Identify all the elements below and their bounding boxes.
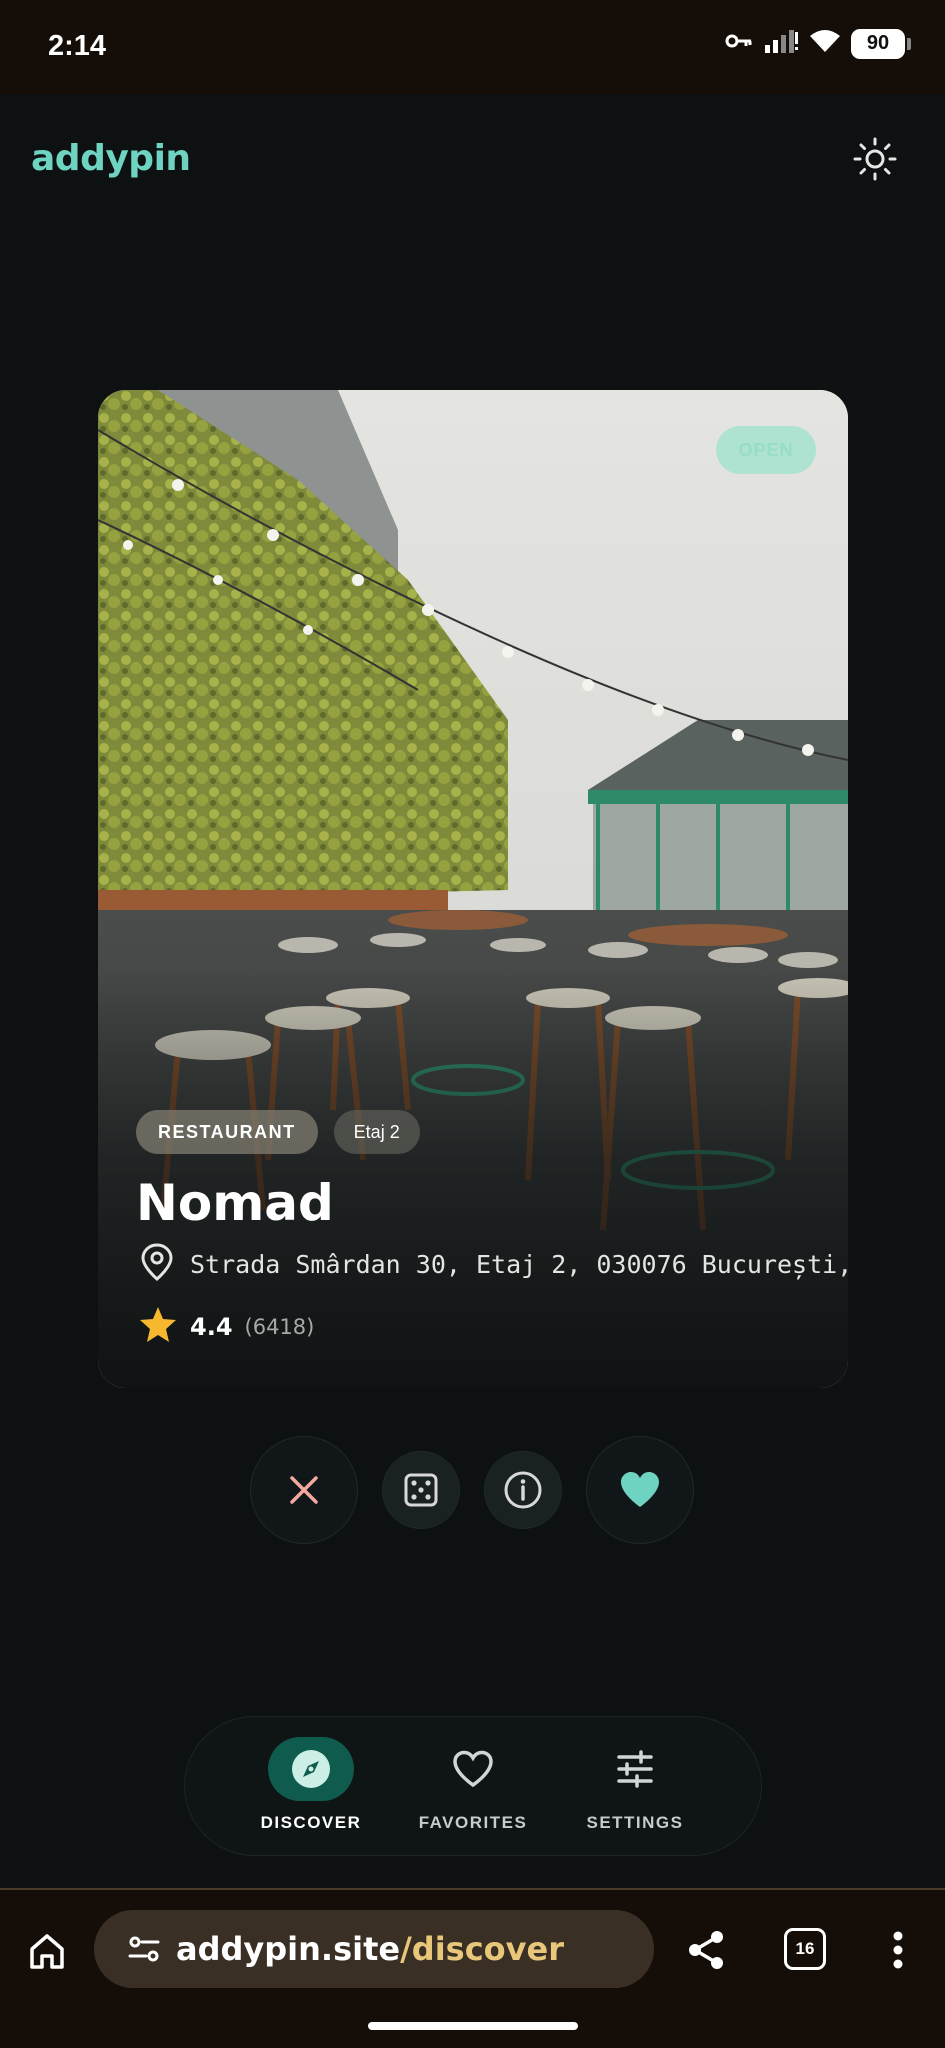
share-icon — [689, 1931, 723, 1969]
status-time: 2:14 — [48, 30, 107, 62]
place-name: Nomad — [136, 1174, 334, 1232]
card-actions — [0, 1436, 945, 1546]
wifi-icon — [809, 28, 841, 59]
browser-toolbar: addypin.site/discover 16 — [0, 1888, 945, 2048]
info-button[interactable] — [484, 1451, 562, 1529]
place-address: Strada Smârdan 30, Etaj 2, 030076 Bucure… — [190, 1250, 848, 1279]
star-icon — [138, 1304, 178, 1349]
overflow-menu-button[interactable] — [880, 1924, 916, 1976]
dice-icon — [404, 1473, 438, 1507]
random-button[interactable] — [382, 1451, 460, 1529]
category-tag: RESTAURANT — [136, 1110, 318, 1154]
bottom-nav: DISCOVER FAVORITES SETTINGS — [184, 1716, 762, 1856]
address-bar[interactable]: addypin.site/discover — [94, 1910, 654, 1988]
nav-active-indicator — [268, 1737, 354, 1801]
url-host: addypin.site — [176, 1930, 401, 1968]
nav-icon-wrap — [430, 1737, 516, 1801]
info-icon — [504, 1471, 542, 1509]
share-button[interactable] — [682, 1926, 730, 1974]
heart-icon — [621, 1472, 659, 1507]
url-path: /discover — [400, 1930, 564, 1968]
battery-icon: 90 — [851, 28, 905, 59]
url-text: addypin.site/discover — [176, 1930, 564, 1968]
more-vert-icon — [893, 1931, 903, 1969]
place-card[interactable]: OPEN RESTAURANT Etaj 2 Nomad Strada Smâr… — [98, 390, 848, 1388]
browser-home-button[interactable] — [24, 1928, 70, 1974]
nav-item-discover[interactable]: DISCOVER — [241, 1737, 381, 1833]
nav-label-settings: SETTINGS — [586, 1813, 684, 1832]
nav-icon-wrap — [592, 1737, 678, 1801]
app-logo[interactable]: addypin — [31, 138, 191, 179]
rating-value: 4.4 — [190, 1312, 233, 1341]
battery-tip — [907, 37, 911, 50]
theme-toggle-button[interactable] — [850, 134, 900, 184]
key-icon — [725, 31, 753, 56]
nav-item-settings[interactable]: SETTINGS — [565, 1737, 705, 1833]
nav-item-favorites[interactable]: FAVORITES — [403, 1737, 543, 1833]
status-badge: OPEN — [716, 426, 816, 474]
rating-row: 4.4 (6418) — [138, 1304, 314, 1349]
heart-outline-icon — [453, 1750, 493, 1788]
status-icons: 90 — [725, 28, 911, 59]
location-pin-icon — [138, 1242, 176, 1287]
dismiss-button[interactable] — [250, 1436, 358, 1544]
floor-tag: Etaj 2 — [333, 1110, 420, 1154]
tag-list: RESTAURANT Etaj 2 — [136, 1110, 420, 1154]
address-row: Strada Smârdan 30, Etaj 2, 030076 Bucure… — [138, 1242, 848, 1287]
compass-icon — [292, 1750, 330, 1788]
sun-icon — [853, 137, 897, 181]
site-settings-icon[interactable] — [124, 1929, 164, 1969]
nav-label-favorites: FAVORITES — [418, 1813, 528, 1832]
tabs-button[interactable]: 16 — [784, 1928, 826, 1970]
sliders-icon — [617, 1750, 653, 1788]
favorite-button[interactable] — [586, 1436, 694, 1544]
status-bar: 2:14 90 — [0, 0, 945, 94]
close-icon — [290, 1476, 318, 1504]
gesture-home-indicator[interactable] — [368, 2022, 578, 2030]
home-icon — [30, 1934, 64, 1969]
rating-count: (6418) — [244, 1314, 315, 1339]
signal-icon — [763, 28, 799, 59]
nav-label-discover: DISCOVER — [260, 1813, 362, 1832]
